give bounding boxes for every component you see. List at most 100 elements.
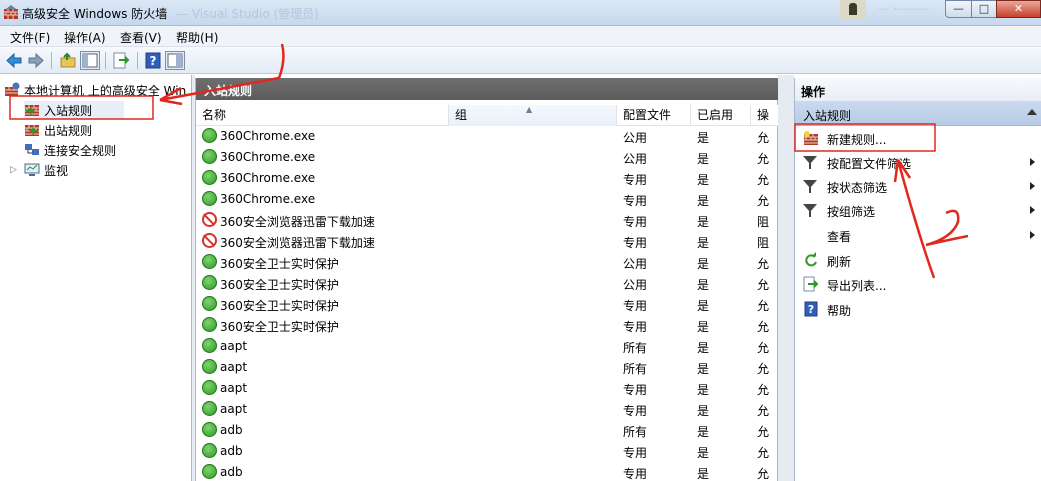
cell-profile: 专用 [623,173,648,187]
menu-file[interactable]: 文件(F) [10,29,50,46]
rule-allowed-icon [202,317,217,332]
collapse-arrow-icon[interactable] [1027,109,1037,115]
action-export-list[interactable]: 导出列表... [795,272,1041,296]
table-row[interactable]: 360Chrome.exe 公用 是 允 [196,147,779,168]
rule-allowed-icon [202,338,217,353]
pane-splitter[interactable] [778,75,794,481]
action-new-rule[interactable]: 新建规则... [795,126,1041,150]
show-hide-console-tree-icon[interactable] [80,51,100,70]
cell-action: 允 [757,467,770,481]
cell-action: 允 [757,320,770,334]
cell-profile: 专用 [623,194,648,208]
up-folder-icon[interactable] [58,51,78,70]
maximize-button[interactable]: □ [971,0,997,18]
cell-profile: 专用 [623,215,648,229]
table-row[interactable]: adb 专用 是 允 [196,462,779,481]
tree-item-connection-security-rules[interactable]: 连接安全规则 [24,141,144,159]
cell-name: 360Chrome.exe [220,171,316,185]
table-row[interactable]: 360Chrome.exe 专用 是 允 [196,189,779,210]
cell-name: 360安全卫士实时保护 [220,320,339,334]
rule-allowed-icon [202,359,217,374]
cell-action: 阻 [757,236,770,250]
table-row[interactable]: aapt 所有 是 允 [196,336,779,357]
rule-allowed-icon [202,296,217,311]
action-refresh[interactable]: 刷新 [795,248,1041,272]
cell-name: 360安全卫士实时保护 [220,257,339,271]
table-row[interactable]: 360安全浏览器迅雷下载加速 专用 是 阻 [196,231,779,252]
cell-name: adb [220,465,243,479]
firewall-computer-icon [5,82,20,96]
cell-profile: 专用 [623,236,648,250]
column-header-profile[interactable]: 配置文件 [617,105,691,126]
actions-pane-title: 操作 [801,85,826,99]
cell-enabled: 是 [697,215,710,229]
column-header-enabled[interactable]: 已启用 [691,105,751,126]
action-view[interactable]: 查看 [795,223,1041,247]
cell-profile: 专用 [623,299,648,313]
connection-security-rules-icon [25,144,39,155]
action-filter-by-profile[interactable]: 按配置文件筛选 [795,150,1041,174]
table-row[interactable]: 360安全卫士实时保护 专用 是 允 [196,315,779,336]
column-headers: 名称 组 ▲ 配置文件 已启用 操 [196,105,779,126]
table-row[interactable]: 360安全卫士实时保护 公用 是 允 [196,273,779,294]
column-header-group[interactable]: 组 [449,105,617,126]
background-window-title: — Visual Studio (管理员) [176,7,319,21]
menu-help[interactable]: 帮助(H) [176,29,218,46]
back-arrow-icon[interactable] [4,51,24,70]
table-row[interactable]: 360安全卫士实时保护 专用 是 允 [196,294,779,315]
action-help[interactable]: ? 帮助 [795,297,1041,321]
cell-name: 360安全浏览器迅雷下载加速 [220,236,375,250]
expand-arrow-icon[interactable]: ▷ [10,165,17,175]
firewall-app-icon [4,5,18,19]
tree-root[interactable]: 本地计算机 上的高级安全 Win [4,81,194,99]
table-row[interactable]: aapt 所有 是 允 [196,357,779,378]
cell-enabled: 是 [697,236,710,250]
column-header-name[interactable]: 名称 [196,105,449,126]
minimize-button[interactable]: — [945,0,972,18]
table-row[interactable]: aapt 专用 是 允 [196,399,779,420]
cell-enabled: 是 [697,362,710,376]
tree-item-monitoring[interactable]: 监视 [24,161,104,179]
show-hide-action-pane-icon[interactable] [165,51,185,70]
cell-name: 360安全浏览器迅雷下载加速 [220,215,375,229]
pane-title-bar: 入站规则 [196,78,779,100]
help-icon[interactable]: ? [143,51,163,70]
console-tree: 本地计算机 上的高级安全 Win 入站规则 出站规则 连接安全规则 ▷ 监视 [0,75,192,481]
table-row[interactable]: aapt 专用 是 允 [196,378,779,399]
column-header-action[interactable]: 操 [751,105,779,126]
tree-item-outbound-rules[interactable]: 出站规则 [24,121,124,139]
cell-enabled: 是 [697,131,710,145]
rule-allowed-icon [202,170,217,185]
export-list-icon[interactable] [111,51,131,70]
rule-allowed-icon [202,380,217,395]
table-row[interactable]: 360安全浏览器迅雷下载加速 专用 是 阻 [196,210,779,231]
menu-view[interactable]: 查看(V) [120,29,162,46]
svg-text:?: ? [150,54,157,68]
action-filter-by-group[interactable]: 按组筛选 [795,198,1041,222]
action-filter-by-state[interactable]: 按状态筛选 [795,174,1041,198]
tree-item-inbound-rules[interactable]: 入站规则 [24,101,124,119]
cell-profile: 所有 [623,341,648,355]
cell-enabled: 是 [697,152,710,166]
cell-action: 允 [757,341,770,355]
rule-allowed-icon [202,443,217,458]
table-row[interactable]: 360安全卫士实时保护 公用 是 允 [196,252,779,273]
filter-icon [803,156,817,169]
table-row[interactable]: adb 所有 是 允 [196,420,779,441]
cell-profile: 专用 [623,467,648,481]
forward-arrow-icon[interactable] [26,51,46,70]
close-button[interactable]: ✕ [996,0,1041,18]
submenu-arrow-icon [1030,231,1035,239]
table-row[interactable]: 360Chrome.exe 公用 是 允 [196,126,779,147]
toolbar: ? [0,47,1041,74]
background-window-text: — ›——— [878,2,930,15]
rule-allowed-icon [202,401,217,416]
actions-section-header[interactable]: 入站规则 [795,102,1041,126]
table-row[interactable]: 360Chrome.exe 专用 是 允 [196,168,779,189]
menu-action[interactable]: 操作(A) [64,29,106,46]
cell-action: 允 [757,131,770,145]
table-row[interactable]: adb 专用 是 允 [196,441,779,462]
cell-action: 允 [757,299,770,313]
cell-enabled: 是 [697,467,710,481]
rule-blocked-icon [202,212,217,227]
